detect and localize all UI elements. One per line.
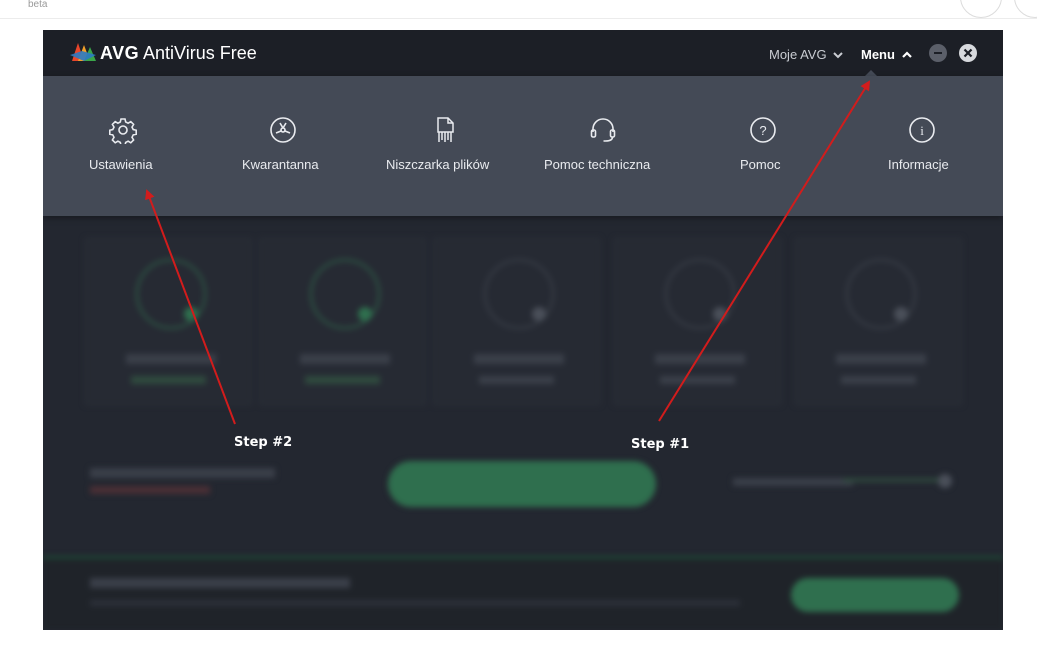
product-name: AntiVirus Free	[143, 43, 257, 63]
info-icon: i	[909, 117, 935, 143]
menu-item-label: Informacje	[888, 157, 949, 172]
menu-item-label: Kwarantanna	[242, 157, 319, 172]
menu-item-info[interactable]: i Informacje	[881, 76, 961, 216]
minimize-button[interactable]	[929, 44, 947, 62]
menu-item-label: Pomoc	[740, 157, 781, 172]
browser-round-button[interactable]	[1014, 0, 1037, 18]
svg-text:i: i	[920, 123, 924, 138]
browser-top-strip: beta	[0, 0, 1037, 19]
avg-app-window: AVG AntiVirus Free Moje AVG Menu Ustawie…	[43, 30, 1003, 630]
main-menu-dropdown: Ustawienia Kwarantanna Niszczarka plików…	[43, 76, 1003, 216]
help-icon: ?	[750, 117, 776, 143]
dashboard-card	[433, 238, 600, 405]
blurred-upgrade-button	[791, 578, 959, 612]
close-button[interactable]	[959, 44, 977, 62]
menu-item-label: Ustawienia	[89, 157, 153, 172]
title-bar: AVG AntiVirus Free Moje AVG Menu	[43, 30, 1003, 77]
shredder-icon	[437, 117, 454, 142]
quarantine-icon	[270, 117, 296, 143]
svg-text:?: ?	[759, 123, 766, 138]
blurred-dashboard	[43, 216, 1003, 630]
menu-item-shredder[interactable]: Niszczarka plików	[381, 76, 506, 216]
dashboard-card	[259, 238, 426, 405]
dashboard-card	[85, 238, 252, 405]
menu-label: Menu	[861, 47, 895, 62]
menu-item-label: Pomoc techniczna	[544, 157, 651, 172]
gear-icon	[109, 118, 137, 144]
headset-icon	[590, 118, 616, 142]
chevron-down-icon	[833, 52, 843, 59]
blurred-scan-button	[388, 461, 656, 507]
menu-item-technical-support[interactable]: Pomoc techniczna	[543, 76, 663, 216]
menu-item-label: Niszczarka plików	[386, 157, 490, 172]
step2-label: Step #2	[234, 435, 293, 450]
brand-name: AVG	[100, 43, 140, 63]
chevron-up-icon	[901, 51, 912, 58]
my-avg-label: Moje AVG	[769, 47, 827, 62]
minimize-icon	[934, 52, 942, 54]
menu-item-quarantine[interactable]: Kwarantanna	[233, 76, 333, 216]
menu-item-settings[interactable]: Ustawienia	[78, 76, 168, 216]
avg-logo-icon	[70, 43, 96, 61]
dashboard-card	[614, 238, 781, 405]
menu-button[interactable]: Menu	[861, 47, 912, 62]
browser-round-button[interactable]	[960, 0, 1002, 18]
beta-label: beta	[28, 0, 48, 10]
my-avg-button[interactable]: Moje AVG	[769, 47, 843, 62]
step1-label: Step #1	[631, 437, 690, 452]
menu-item-help[interactable]: ? Pomoc	[733, 76, 793, 216]
dashboard-card	[795, 238, 962, 405]
close-icon	[963, 48, 973, 58]
